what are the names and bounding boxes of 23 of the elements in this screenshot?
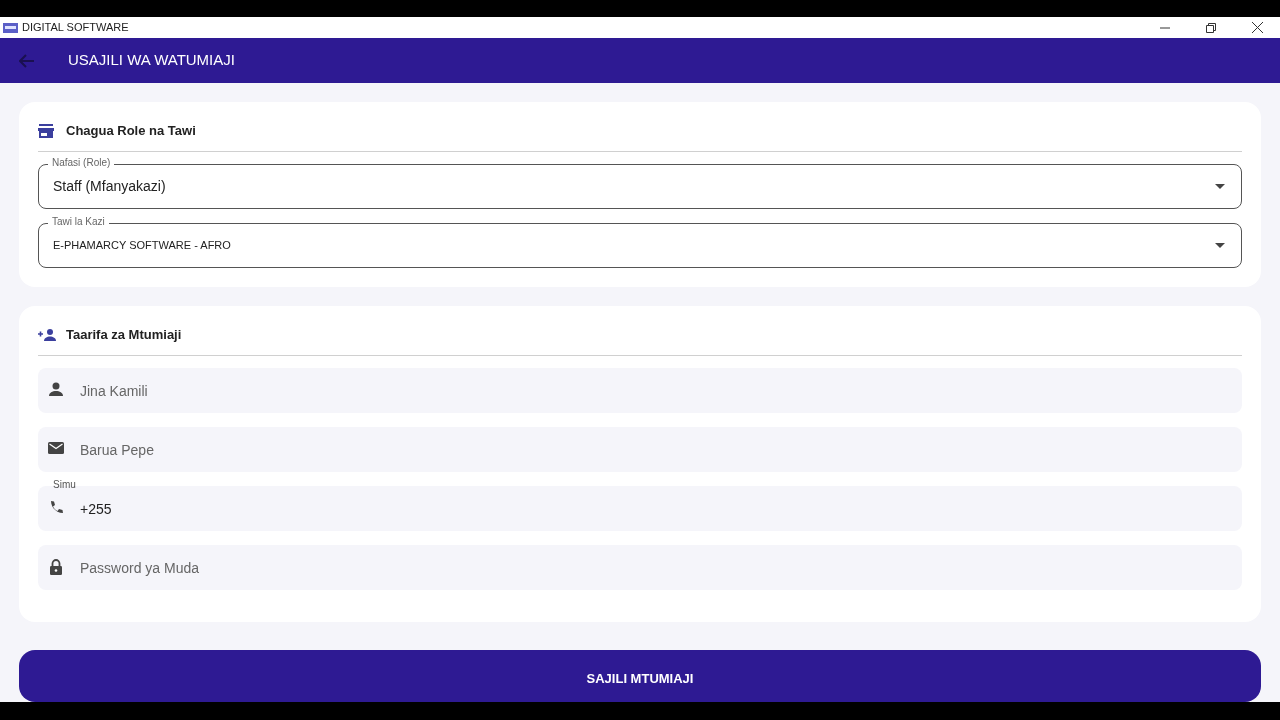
envelope-icon (48, 441, 64, 457)
phone-icon (48, 500, 64, 516)
back-arrow-icon (19, 53, 35, 68)
add-person-icon (38, 329, 56, 341)
window-title: DIGITAL SOFTWARE (22, 20, 129, 36)
app-icon (3, 22, 18, 33)
dropdown-caret-icon (1215, 243, 1225, 248)
dropdown-caret-icon (1215, 184, 1225, 189)
section-title: Chagua Role na Tawi (66, 122, 196, 141)
close-icon (1251, 22, 1263, 33)
person-icon (48, 382, 64, 398)
field-label: Nafasi (Role) (48, 156, 115, 170)
field-value: E-PHAMARCY SOFTWARE - AFRO (53, 238, 231, 254)
lock-icon (48, 559, 64, 575)
input-field[interactable]: Barua Pepe (38, 427, 1242, 472)
field-value: Staff (Mfanyakazi) (53, 177, 166, 196)
restore-icon (1206, 22, 1216, 33)
input-field[interactable]: Jina Kamili (38, 368, 1242, 413)
submit-button[interactable]: SAJILI MTUMIAJI (19, 650, 1261, 702)
store-icon (38, 124, 54, 138)
page-title: USAJILI WA WATUMIAJI (68, 50, 235, 71)
section-title: Taarifa za Mtumiaji (66, 326, 182, 345)
input-field[interactable]: Password ya Muda (38, 545, 1242, 590)
